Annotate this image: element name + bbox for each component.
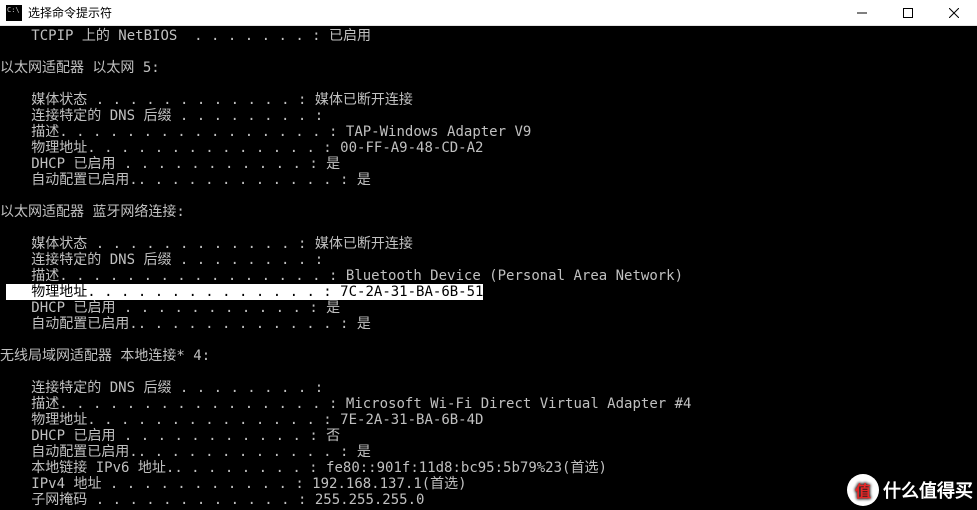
blank-line	[0, 44, 977, 60]
output-line: 描述. . . . . . . . . . . . . . . . : TAP-…	[0, 124, 977, 140]
output-line: 自动配置已启用.. . . . . . . . . . . . : 是	[0, 444, 977, 460]
output-line-highlighted: 物理地址. . . . . . . . . . . . . . : 7C-2A-…	[0, 284, 977, 300]
output-line: 媒体状态 . . . . . . . . . . . . : 媒体已断开连接	[0, 92, 977, 108]
output-line: 子网掩码 . . . . . . . . . . . . : 255.255.2…	[0, 492, 977, 508]
blank-line	[0, 76, 977, 92]
output-line: DHCP 已启用 . . . . . . . . . . . : 是	[0, 156, 977, 172]
blank-line	[0, 220, 977, 236]
maximize-button[interactable]	[885, 0, 931, 25]
output-line: 物理地址. . . . . . . . . . . . . . : 00-FF-…	[0, 140, 977, 156]
adapter-header-wlan: 无线局域网适配器 本地连接* 4:	[0, 348, 977, 364]
output-line: 自动配置已启用.. . . . . . . . . . . . : 是	[0, 316, 977, 332]
cmd-icon	[6, 5, 22, 21]
output-line: 物理地址. . . . . . . . . . . . . . : 7E-2A-…	[0, 412, 977, 428]
blank-line	[0, 188, 977, 204]
adapter-header-eth5: 以太网适配器 以太网 5:	[0, 60, 977, 76]
output-line: 连接特定的 DNS 后缀 . . . . . . . . :	[0, 252, 977, 268]
terminal-output[interactable]: TCPIP 上的 NetBIOS . . . . . . . : 已启用 以太网…	[0, 26, 977, 510]
blank-line	[0, 364, 977, 380]
window-titlebar: 选择命令提示符	[0, 0, 977, 26]
close-button[interactable]	[931, 0, 977, 25]
output-line: DHCP 已启用 . . . . . . . . . . . : 否	[0, 428, 977, 444]
window-controls	[839, 0, 977, 25]
output-line: TCPIP 上的 NetBIOS . . . . . . . : 已启用	[0, 28, 977, 44]
adapter-header-bluetooth: 以太网适配器 蓝牙网络连接:	[0, 204, 977, 220]
output-line: 本地链接 IPv6 地址.. . . . . . . . : fe80::901…	[0, 460, 977, 476]
minimize-button[interactable]	[839, 0, 885, 25]
output-line: 描述. . . . . . . . . . . . . . . . : Micr…	[0, 396, 977, 412]
output-line: 媒体状态 . . . . . . . . . . . . : 媒体已断开连接	[0, 236, 977, 252]
output-line: 自动配置已启用.. . . . . . . . . . . . : 是	[0, 172, 977, 188]
output-line: IPv4 地址 . . . . . . . . . . . : 192.168.…	[0, 476, 977, 492]
output-line: 描述. . . . . . . . . . . . . . . . : Blue…	[0, 268, 977, 284]
blank-line	[0, 332, 977, 348]
window-title: 选择命令提示符	[28, 4, 839, 21]
output-line: 连接特定的 DNS 后缀 . . . . . . . . :	[0, 380, 977, 396]
output-line: DHCP 已启用 . . . . . . . . . . . : 是	[0, 300, 977, 316]
output-line: 连接特定的 DNS 后缀 . . . . . . . . :	[0, 108, 977, 124]
